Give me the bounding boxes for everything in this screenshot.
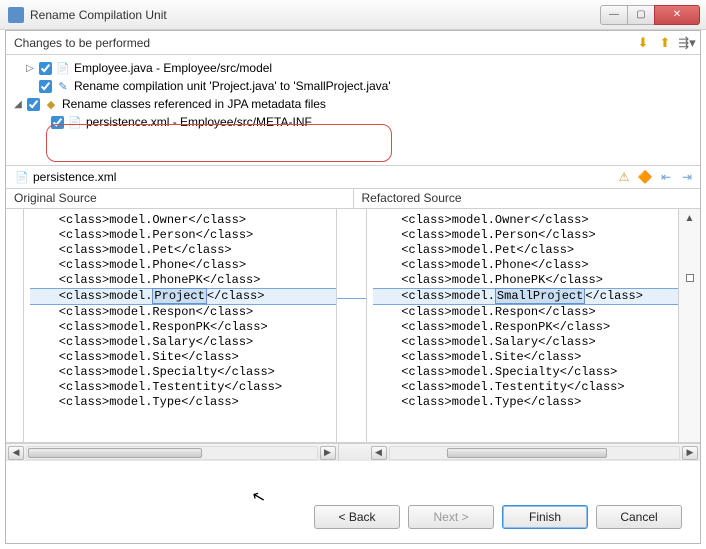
maximize-button[interactable]: ▢ — [627, 5, 655, 25]
finish-button[interactable]: Finish — [502, 505, 588, 529]
horizontal-scrollbars: ◀ ▶ ◀ ▶ — [6, 443, 700, 461]
tree-item-label: Employee.java - Employee/src/model — [74, 61, 272, 75]
tree-checkbox[interactable] — [51, 116, 64, 129]
original-source-header: Original Source — [6, 189, 354, 208]
tree-item[interactable]: ✎ Rename compilation unit 'Project.java'… — [12, 77, 694, 95]
dialog-content: Changes to be performed ⬇ ⬆ ⇶▾ ▷ 📄 Emplo… — [5, 30, 701, 544]
changes-header-label: Changes to be performed — [14, 36, 634, 50]
ruler-up-icon[interactable]: ▲ — [685, 213, 695, 224]
tree-item[interactable]: 📄 persistence.xml - Employee/src/META-IN… — [12, 113, 694, 131]
tree-checkbox[interactable] — [39, 62, 52, 75]
change-marker[interactable] — [686, 274, 694, 282]
tree-item-label: Rename compilation unit 'Project.java' t… — [74, 79, 391, 93]
jpa-icon: ◆ — [43, 96, 59, 112]
cancel-button[interactable]: Cancel — [596, 505, 682, 529]
original-source-pane[interactable]: <class>model.Owner</class> <class>model.… — [24, 209, 337, 442]
back-button[interactable]: < Back — [314, 505, 400, 529]
tree-item-label: persistence.xml - Employee/src/META-INF — [86, 115, 312, 129]
diff-column-headers: Original Source Refactored Source — [6, 189, 700, 209]
tree-item[interactable]: ▷ 📄 Employee.java - Employee/src/model — [12, 59, 694, 77]
close-button[interactable]: ✕ — [654, 5, 700, 25]
scroll-right-button[interactable]: ▶ — [320, 446, 336, 460]
left-gutter — [6, 209, 24, 442]
compare-prev-icon[interactable]: 🔶 — [636, 168, 654, 186]
java-file-icon: 📄 — [55, 60, 71, 76]
window-title: Rename Compilation Unit — [30, 8, 601, 22]
titlebar: Rename Compilation Unit — ▢ ✕ — [0, 0, 706, 30]
refactored-source-header: Refactored Source — [354, 189, 701, 208]
changes-header: Changes to be performed ⬇ ⬆ ⇶▾ — [6, 31, 700, 55]
prev-change-icon[interactable]: ⬆ — [656, 34, 674, 52]
file-name: persistence.xml — [33, 170, 615, 184]
next-change-icon[interactable]: ⬇ — [634, 34, 652, 52]
tree-checkbox[interactable] — [39, 80, 52, 93]
tree-checkbox[interactable] — [27, 98, 40, 111]
scroll-left-button[interactable]: ◀ — [371, 446, 387, 460]
rename-icon: ✎ — [55, 78, 71, 94]
compare-copy-right-icon[interactable]: ⇥ — [678, 168, 696, 186]
xml-file-icon: 📄 — [67, 114, 83, 130]
xml-file-icon: 📄 — [14, 169, 30, 185]
minimize-button[interactable]: — — [600, 5, 628, 25]
diff-viewer: <class>model.Owner</class> <class>model.… — [6, 209, 700, 443]
filter-icon[interactable]: ⇶▾ — [678, 34, 696, 52]
app-icon — [8, 7, 24, 23]
tree-item[interactable]: ◢ ◆ Rename classes referenced in JPA met… — [12, 95, 694, 113]
compare-copy-left-icon[interactable]: ⇤ — [657, 168, 675, 186]
scroll-right-button[interactable]: ▶ — [682, 446, 698, 460]
next-button: Next > — [408, 505, 494, 529]
scroll-track[interactable] — [389, 446, 681, 460]
expander-icon[interactable]: ◢ — [12, 99, 24, 110]
refactored-source-pane[interactable]: <class>model.Owner</class> <class>model.… — [367, 209, 679, 442]
scroll-left-button[interactable]: ◀ — [8, 446, 24, 460]
compare-next-icon[interactable]: ⚠ — [615, 168, 633, 186]
expander-icon[interactable]: ▷ — [24, 63, 36, 74]
overview-ruler[interactable]: ▲ — [678, 209, 700, 442]
diff-connector — [337, 209, 367, 442]
file-bar: 📄 persistence.xml ⚠ 🔶 ⇤ ⇥ — [6, 165, 700, 189]
scroll-track[interactable] — [26, 446, 318, 460]
button-bar: < Back Next > Finish Cancel — [314, 505, 682, 529]
tree-item-label: Rename classes referenced in JPA metadat… — [62, 97, 326, 111]
changes-tree: ▷ 📄 Employee.java - Employee/src/model ✎… — [6, 55, 700, 157]
